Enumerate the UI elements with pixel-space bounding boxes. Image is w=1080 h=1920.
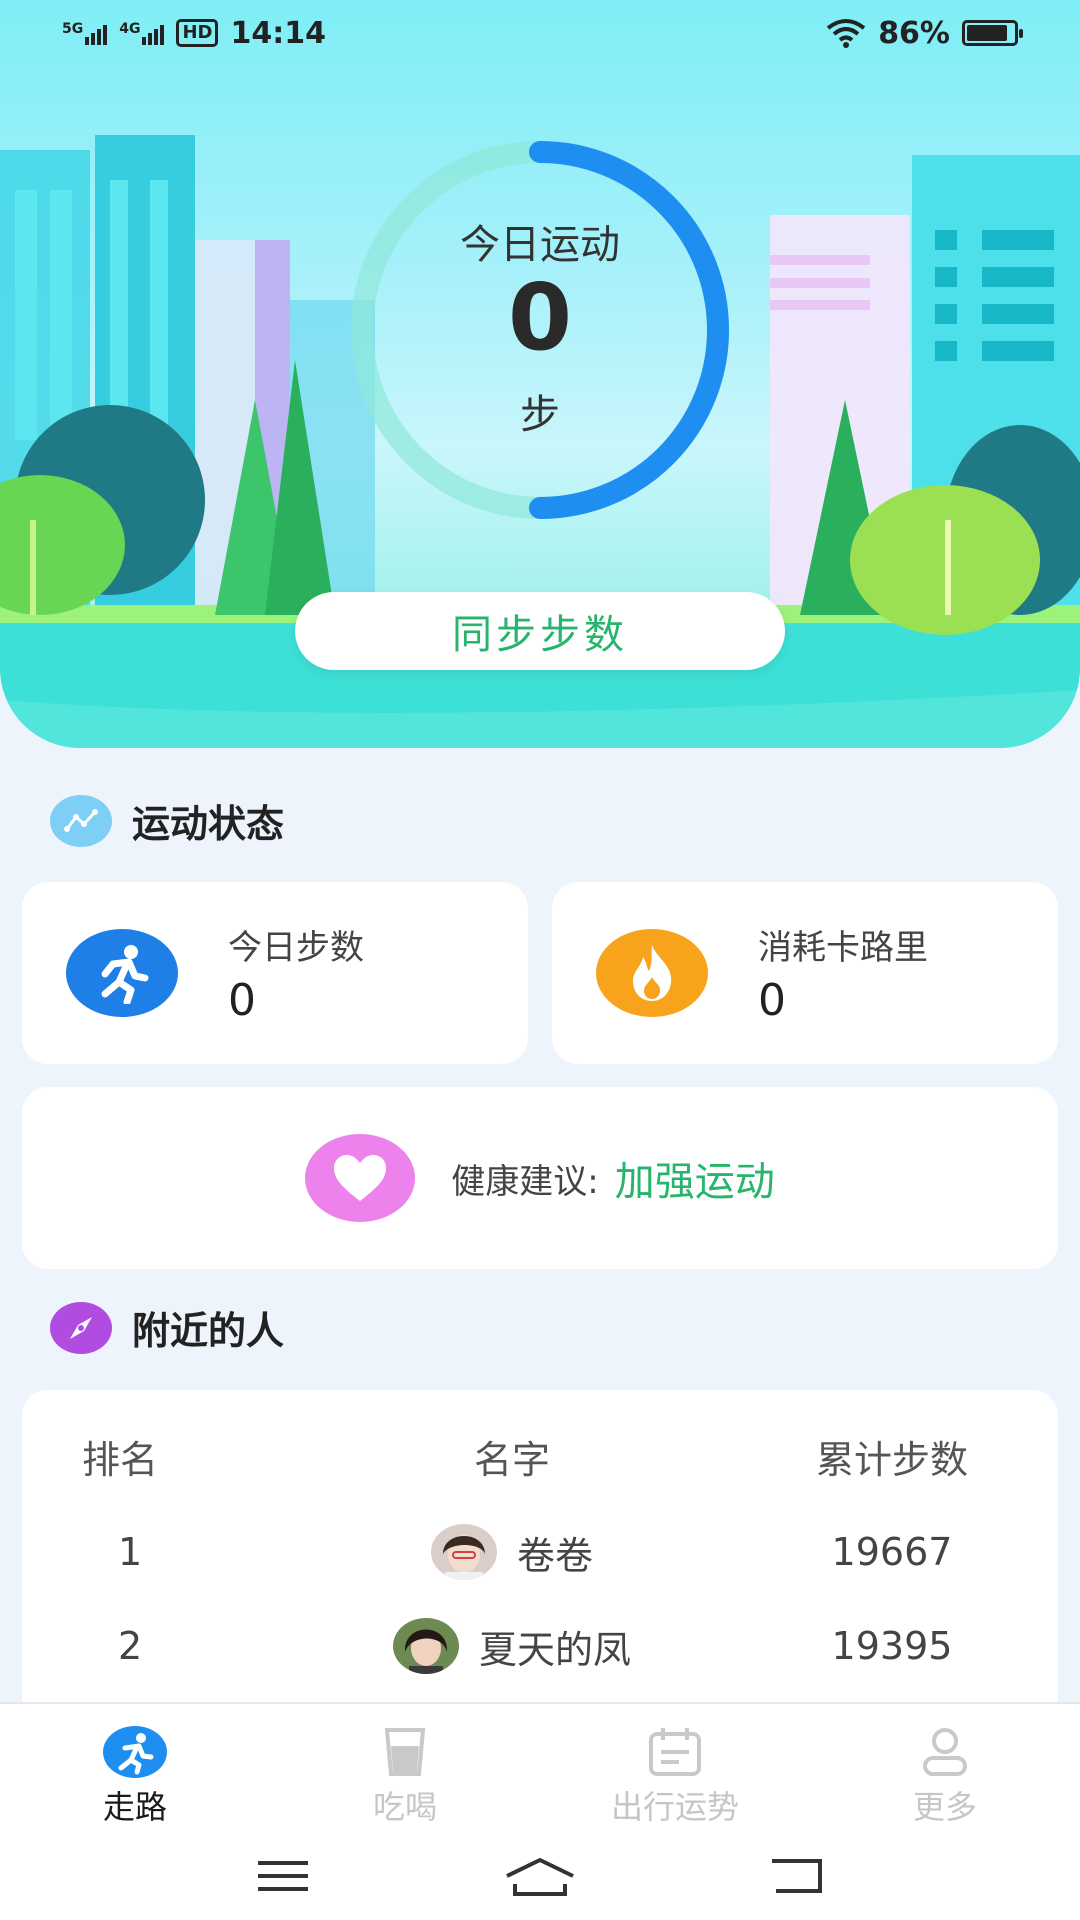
trend-icon xyxy=(50,794,112,847)
home-icon[interactable] xyxy=(503,1856,577,1896)
tab-label: 走路 xyxy=(102,1788,167,1826)
table-row[interactable]: 1 卷卷 19667 xyxy=(22,1512,1058,1592)
ring-unit: 步 xyxy=(520,392,560,438)
today-steps-label: 今日步数 xyxy=(228,928,364,968)
ring-title: 今日运动 xyxy=(460,222,620,268)
row-rank: 1 xyxy=(118,1530,143,1574)
clock: 14:14 xyxy=(230,15,326,51)
health-advice-card: 健康建议: 加强运动 xyxy=(22,1087,1058,1269)
battery-percent: 86% xyxy=(878,15,950,51)
hero-banner: 5G 4G HD 14:14 86% 今日运动 0 步 同步步数 xyxy=(0,0,1080,748)
section-title: 附近的人 xyxy=(132,1309,285,1353)
running-icon xyxy=(103,1726,167,1778)
tab-more[interactable]: 更多 xyxy=(810,1704,1080,1832)
user-icon xyxy=(913,1726,977,1778)
header-name: 名字 xyxy=(473,1437,550,1482)
table-header-row: 排名 名字 累计步数 xyxy=(22,1416,1058,1496)
row-name: 卷卷 xyxy=(516,1533,593,1578)
menu-icon[interactable] xyxy=(256,1859,310,1893)
signal-5g-icon: 5G xyxy=(62,21,108,45)
row-steps: 19395 xyxy=(831,1624,953,1668)
tab-label: 更多 xyxy=(912,1788,977,1826)
header-rank: 排名 xyxy=(82,1437,159,1482)
row-rank: 2 xyxy=(118,1624,143,1668)
heart-icon xyxy=(305,1134,416,1222)
bottom-tab-bar: 走路 吃喝 出行运势 更多 xyxy=(0,1702,1080,1832)
today-steps-card: 今日步数 0 xyxy=(22,882,528,1064)
running-icon xyxy=(66,929,178,1017)
flame-icon xyxy=(596,929,708,1017)
section-title: 运动状态 xyxy=(132,802,285,846)
avatar[interactable] xyxy=(392,1618,459,1674)
status-bar: 5G 4G HD 14:14 86% xyxy=(0,0,1080,66)
compass-icon xyxy=(50,1301,112,1354)
sync-steps-button[interactable]: 同步步数 xyxy=(295,592,785,670)
calories-card: 消耗卡路里 0 xyxy=(552,882,1058,1064)
calories-label: 消耗卡路里 xyxy=(758,928,928,968)
health-advice-label: 健康建议: xyxy=(451,1161,599,1202)
tab-label: 出行运势 xyxy=(610,1788,739,1826)
system-nav-bar xyxy=(0,1832,1080,1920)
tab-walk[interactable]: 走路 xyxy=(0,1704,270,1832)
cup-icon xyxy=(373,1726,437,1778)
table-row[interactable]: 2 夏天的凤 19395 xyxy=(22,1606,1058,1686)
today-steps-value: 0 xyxy=(228,975,256,1026)
nearby-people-header: 附近的人 xyxy=(50,1300,284,1355)
ring-step-count: 0 xyxy=(507,264,572,371)
wifi-icon xyxy=(826,19,866,48)
avatar[interactable] xyxy=(430,1524,497,1580)
exercise-status-header: 运动状态 xyxy=(50,793,284,848)
battery-icon xyxy=(962,20,1023,46)
tab-label: 吃喝 xyxy=(372,1788,437,1826)
hd-icon: HD xyxy=(176,19,219,47)
nearby-people-table: 排名 名字 累计步数 1 卷卷 19667 2 夏天的凤 19395 xyxy=(22,1390,1058,1710)
calories-value: 0 xyxy=(758,975,786,1026)
back-icon[interactable] xyxy=(770,1857,824,1895)
row-steps: 19667 xyxy=(831,1530,953,1574)
calendar-icon xyxy=(643,1726,707,1778)
row-name: 夏天的凤 xyxy=(478,1627,631,1672)
signal-4g-icon: 4G xyxy=(119,21,165,45)
header-steps: 累计步数 xyxy=(815,1437,968,1482)
tab-travel-fortune[interactable]: 出行运势 xyxy=(540,1704,810,1832)
tab-eat-drink[interactable]: 吃喝 xyxy=(270,1704,540,1832)
health-advice-value: 加强运动 xyxy=(614,1159,775,1205)
